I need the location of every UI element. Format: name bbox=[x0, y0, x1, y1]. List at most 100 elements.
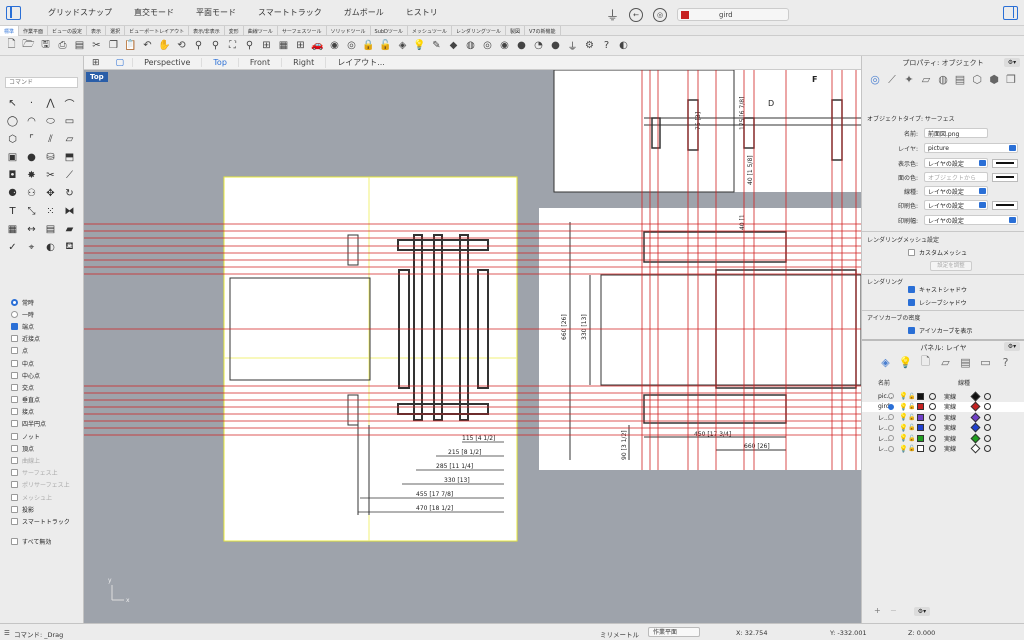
print-color-icon[interactable] bbox=[970, 422, 981, 433]
array-icon[interactable]: ⁙ bbox=[42, 204, 59, 219]
radio-button[interactable] bbox=[11, 310, 18, 318]
lock-icon[interactable]: 🔓 bbox=[908, 393, 917, 400]
material-icon[interactable] bbox=[929, 413, 936, 421]
toolbar-tab[interactable]: 表示 bbox=[87, 26, 107, 36]
tab-right[interactable]: Right bbox=[281, 58, 325, 67]
box-icon[interactable]: ▣ bbox=[4, 150, 21, 165]
layer-row[interactable]: レ... 💡 🔓 実線 bbox=[862, 422, 1024, 433]
light-bulb-icon[interactable]: 💡 bbox=[899, 434, 908, 442]
osnap-option[interactable]: ノット bbox=[11, 430, 83, 442]
print-icon[interactable]: ⎙ bbox=[55, 38, 70, 53]
zoom-window-icon[interactable]: ⚲ bbox=[208, 38, 223, 53]
display-color-swatch[interactable] bbox=[992, 158, 1018, 168]
select-icon[interactable]: ↖ bbox=[4, 96, 21, 111]
disable-all-option[interactable]: すべて無効 bbox=[11, 536, 83, 548]
rendered-icon[interactable]: ● bbox=[514, 38, 529, 53]
checkbox-box[interactable] bbox=[11, 538, 18, 546]
layer-select[interactable]: picture bbox=[924, 143, 1018, 153]
curve-page-icon[interactable]: ⟋ bbox=[885, 72, 899, 87]
print-width-icon[interactable] bbox=[984, 445, 991, 452]
layer-icon[interactable]: ◈ bbox=[395, 38, 410, 53]
cylinder-icon[interactable]: ⛁ bbox=[42, 150, 59, 165]
osnap-option[interactable]: 垂直点 bbox=[11, 394, 83, 406]
point-icon[interactable]: · bbox=[23, 96, 40, 111]
current-layer-picker[interactable]: gird bbox=[677, 8, 790, 21]
osnap-option[interactable]: 曲線上 bbox=[11, 454, 83, 466]
lock-icon[interactable]: 🔓 bbox=[908, 403, 917, 410]
polyline-icon[interactable]: ⋀ bbox=[42, 96, 59, 111]
osnap-option[interactable]: メッシュ上 bbox=[11, 491, 83, 503]
toolbar-tab[interactable]: ビューの設定 bbox=[48, 26, 88, 36]
block-icon[interactable]: ▰ bbox=[61, 222, 78, 237]
cast-shadows-checkbox[interactable]: キャストシャドウ bbox=[908, 285, 967, 294]
analyze-icon[interactable]: ⌖ bbox=[23, 240, 40, 255]
curve-icon[interactable]: ⌒ bbox=[61, 96, 78, 111]
tab-perspective[interactable]: Perspective bbox=[132, 58, 201, 67]
planar-toggle[interactable]: 平面モード bbox=[196, 7, 236, 18]
hide-icon[interactable]: ◉ bbox=[327, 38, 342, 53]
image-plane-top[interactable] bbox=[554, 70, 861, 192]
checkbox-box[interactable] bbox=[11, 444, 18, 452]
toolbar-tab[interactable]: 選択 bbox=[106, 26, 126, 36]
light-page-icon[interactable]: ✦ bbox=[902, 72, 916, 87]
print-color-icon[interactable] bbox=[970, 401, 981, 412]
light-bulb-icon[interactable]: 💡 bbox=[899, 424, 908, 432]
print-color-select[interactable]: レイヤの設定 bbox=[924, 200, 988, 210]
light-bulb-icon[interactable]: 💡 bbox=[899, 392, 908, 400]
check-icon[interactable]: ✓ bbox=[4, 240, 21, 255]
print-color-icon[interactable] bbox=[970, 433, 981, 443]
lock-icon[interactable]: 🔓 bbox=[908, 424, 917, 431]
unlock-icon[interactable]: 🔓 bbox=[378, 38, 393, 53]
notes-icon[interactable]: ▤ bbox=[958, 355, 973, 370]
fillet-icon[interactable]: ⌜ bbox=[23, 132, 40, 147]
custom-mesh-checkbox[interactable]: カスタムメッシュ bbox=[908, 248, 967, 257]
polygon-icon[interactable]: ⬡ bbox=[4, 132, 21, 147]
material-page-icon[interactable]: ◍ bbox=[936, 72, 950, 87]
trim-icon[interactable]: ✂ bbox=[42, 168, 59, 183]
group-icon[interactable]: ⚇ bbox=[23, 186, 40, 201]
zoom-extents-icon[interactable]: ⛶ bbox=[225, 38, 240, 53]
help-panel-icon[interactable]: ? bbox=[998, 355, 1013, 370]
checkbox-box[interactable] bbox=[11, 359, 18, 367]
dimension-icon[interactable]: ↔ bbox=[23, 222, 40, 237]
layer-color-swatch[interactable] bbox=[917, 434, 924, 442]
cut-icon[interactable]: ✂ bbox=[89, 38, 104, 53]
lock-icon[interactable]: 🔓 bbox=[908, 445, 917, 452]
paint-icon[interactable]: ⛾ bbox=[61, 240, 78, 255]
light-bulb-icon[interactable]: 💡 bbox=[899, 445, 908, 453]
print-width-icon[interactable] bbox=[984, 424, 991, 431]
iso-color-swatch[interactable] bbox=[992, 172, 1018, 182]
layer-name[interactable]: gird bbox=[862, 403, 890, 410]
doc-icon[interactable]: 🗋 bbox=[918, 355, 933, 370]
boolean-icon[interactable]: ◘ bbox=[4, 168, 21, 183]
osnap-option[interactable]: 点 bbox=[11, 345, 83, 357]
zoom-icon[interactable]: ⚲ bbox=[191, 38, 206, 53]
render-icon[interactable]: ◍ bbox=[463, 38, 478, 53]
osnap-option[interactable]: 常時 bbox=[11, 296, 83, 308]
tab-front[interactable]: Front bbox=[237, 58, 281, 67]
checkbox-box[interactable] bbox=[11, 396, 18, 404]
osnap-option[interactable]: サーフェス上 bbox=[11, 467, 83, 479]
history-toggle[interactable]: ヒストリ bbox=[406, 7, 438, 18]
car-icon[interactable]: 🚗 bbox=[310, 38, 325, 53]
layer-linetype[interactable]: 実線 bbox=[944, 423, 972, 432]
light-icon[interactable]: 💡 bbox=[412, 38, 427, 53]
print-color-icon[interactable] bbox=[970, 391, 981, 401]
open-file-icon[interactable]: 🗁 bbox=[21, 38, 36, 53]
zoom-selected-icon[interactable]: ⚲ bbox=[242, 38, 257, 53]
attributes-page-icon[interactable]: ❐ bbox=[1004, 72, 1018, 87]
current-layer-radio[interactable] bbox=[888, 424, 894, 431]
print-width-select[interactable]: レイヤの設定 bbox=[924, 215, 1018, 225]
object-page-icon[interactable]: ◎ bbox=[868, 72, 882, 87]
toolbar-tab[interactable]: 製図 bbox=[506, 26, 525, 36]
add-layer-icon[interactable]: + bbox=[874, 606, 881, 615]
text-icon[interactable]: T bbox=[4, 204, 21, 219]
menu-icon[interactable]: ☰ bbox=[4, 629, 10, 637]
iso-color-select[interactable]: オブジェクトから bbox=[924, 172, 988, 182]
undo-view-icon[interactable]: ← bbox=[629, 7, 644, 22]
light-bulb-icon[interactable]: 💡 bbox=[899, 403, 908, 411]
filter-select-icon[interactable]: ⏚ bbox=[565, 38, 580, 53]
checkbox-box[interactable] bbox=[11, 517, 18, 525]
print-color-icon[interactable] bbox=[970, 443, 981, 454]
viewport-title[interactable]: Top bbox=[86, 72, 108, 82]
